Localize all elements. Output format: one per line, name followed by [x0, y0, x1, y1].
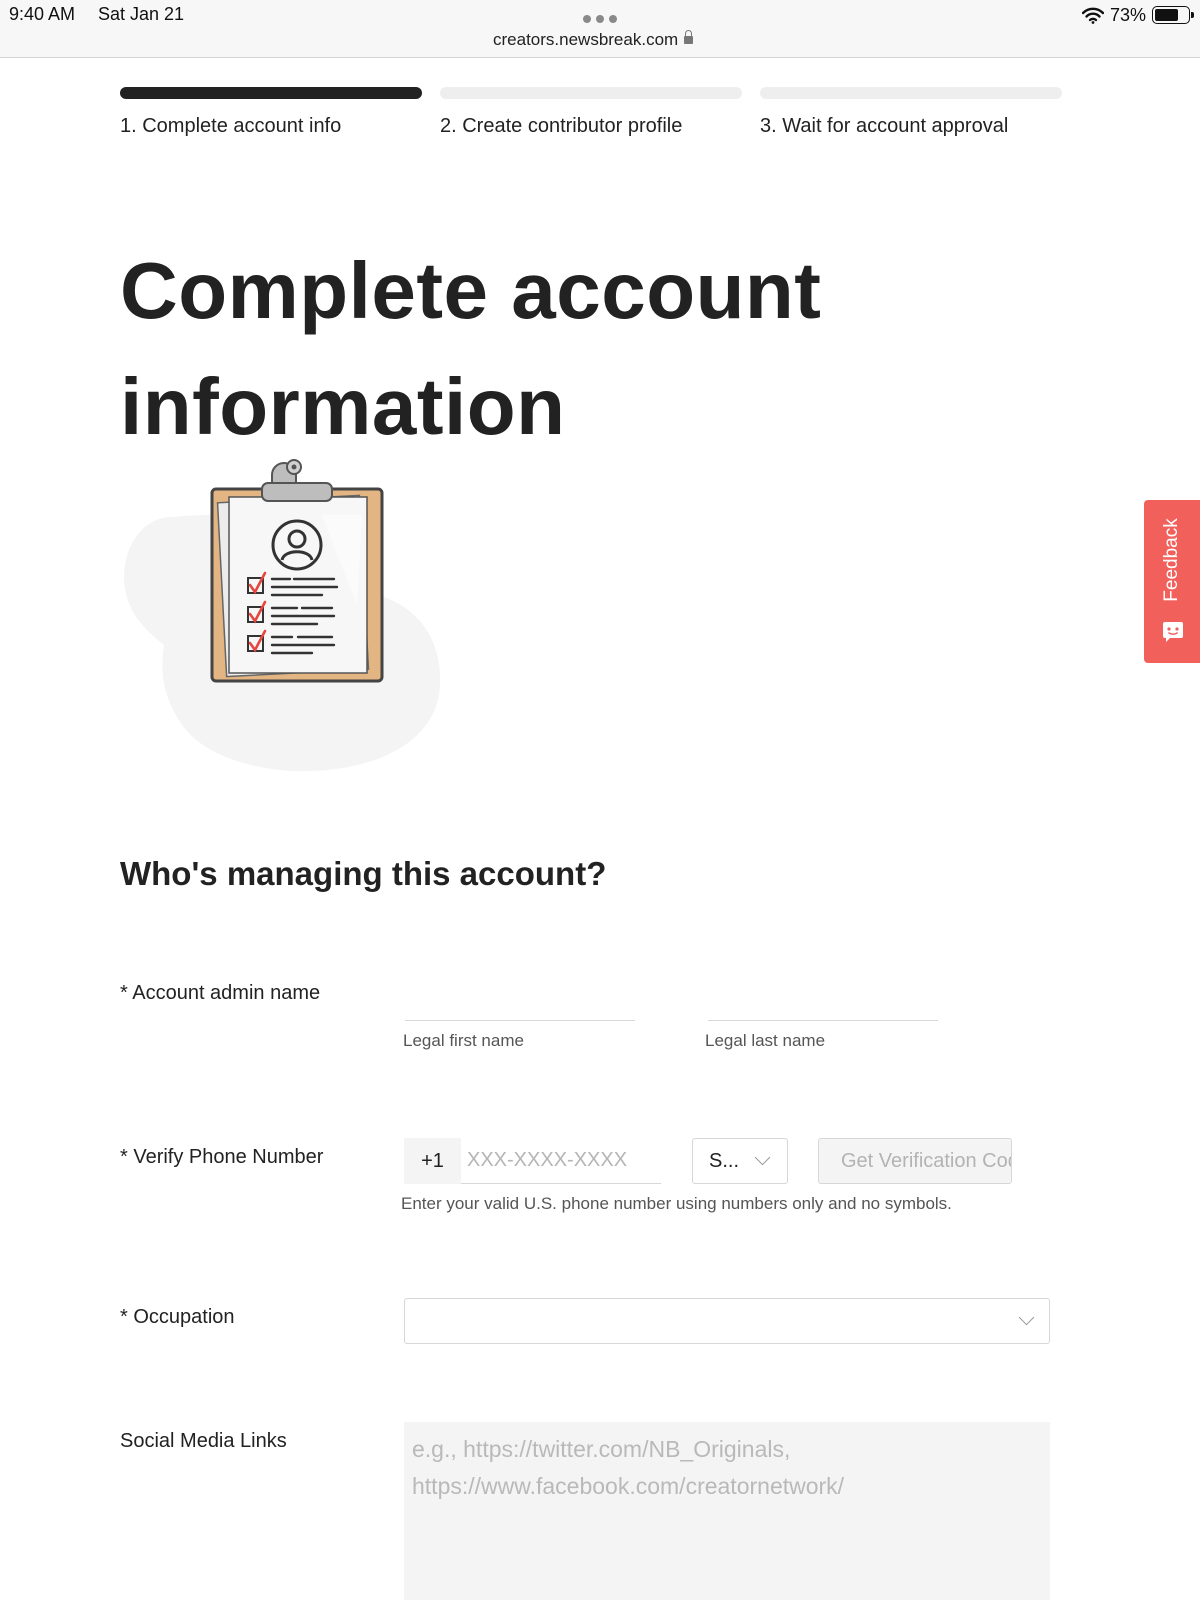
url-text: creators.newsbreak.com: [493, 30, 679, 49]
status-date: Sat Jan 21: [98, 4, 185, 24]
occupation-select[interactable]: [404, 1298, 1050, 1344]
get-verification-code-button[interactable]: Get Verification Code: [818, 1138, 1012, 1184]
step-2-label: 2. Create contributor profile: [440, 115, 683, 137]
battery-icon: [1152, 6, 1194, 24]
wifi-icon: [1081, 7, 1104, 24]
more-dots-icon[interactable]: [583, 15, 617, 23]
status-time: 9:40 AM: [9, 4, 76, 24]
step-2: 2. Create contributor profile: [440, 87, 742, 138]
social-links-textarea[interactable]: [404, 1422, 1050, 1600]
clipboard-checklist-icon: [124, 459, 441, 772]
first-name-label: Legal first name: [403, 1031, 524, 1050]
first-name-input[interactable]: [405, 981, 635, 1021]
last-name-input[interactable]: [708, 981, 938, 1021]
step-1-label: 1. Complete account info: [120, 115, 342, 137]
page-title: Complete account information: [120, 246, 822, 451]
chevron-down-icon: [1018, 1309, 1035, 1326]
phone-input[interactable]: [461, 1138, 661, 1184]
verification-method-select[interactable]: S...: [692, 1138, 788, 1184]
step-2-bar: [440, 87, 742, 99]
occupation-label: * Occupation: [120, 1306, 235, 1328]
phone-help-text: Enter your valid U.S. phone number using…: [401, 1194, 952, 1213]
chevron-down-icon: [754, 1149, 771, 1166]
country-code: +1: [404, 1138, 461, 1184]
phone-label: * Verify Phone Number: [120, 1146, 324, 1168]
last-name-label: Legal last name: [705, 1031, 826, 1050]
step-3-label: 3. Wait for account approval: [760, 115, 1009, 137]
browser-status-bar: 9:40 AM Sat Jan 21 creators.newsbreak.co…: [0, 0, 1200, 58]
step-3: 3. Wait for account approval: [760, 87, 1062, 138]
step-1-bar: [120, 87, 422, 99]
step-1: 1. Complete account info: [120, 87, 422, 138]
step-3-bar: [760, 87, 1062, 99]
feedback-button[interactable]: Feedback: [1144, 500, 1200, 663]
admin-name-label: * Account admin name: [120, 982, 321, 1004]
feedback-face-icon: [1163, 622, 1183, 642]
feedback-label: Feedback: [1161, 518, 1182, 602]
status-indicators: 73%: [1081, 4, 1194, 26]
section-heading: Who's managing this account?: [120, 855, 607, 892]
battery-percent: 73%: [1109, 4, 1146, 25]
address-bar[interactable]: creators.newsbreak.com: [493, 30, 694, 50]
social-links-label: Social Media Links: [120, 1430, 287, 1452]
lock-icon: [684, 30, 694, 44]
verification-method-value: S...: [709, 1149, 740, 1172]
